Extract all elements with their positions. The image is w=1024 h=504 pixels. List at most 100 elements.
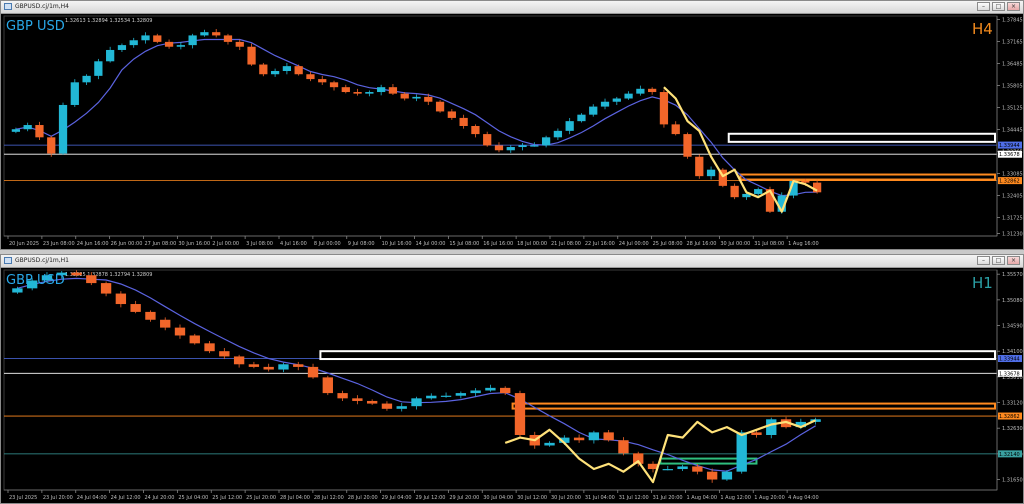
h1-candle-body [396, 406, 407, 409]
h4-candle-body [754, 189, 763, 194]
h1-candle-body [12, 288, 23, 293]
h4-time-tick-label: 15 Jul 08:00 [449, 241, 479, 247]
h4-candle-body [176, 45, 185, 47]
h1-candle-body [248, 364, 260, 367]
h1-candle-body [322, 377, 333, 394]
h4-time-tick-label: 24 Jul 00:00 [619, 241, 649, 247]
minimize-button[interactable]: – [977, 256, 990, 265]
window-titlebar[interactable]: GBPUSD.cj/1m,H1 – □ × [1, 255, 1023, 268]
h1-candle-body [204, 343, 215, 352]
h4-time-tick-label: 30 Jul 00:00 [720, 241, 750, 247]
h1-time-tick-label: 4 Aug 04:00 [788, 495, 819, 501]
h1-candle-body [573, 437, 585, 441]
h4-candle-body [23, 125, 32, 130]
h1-time-tick-label: 23 Jul 20:00 [43, 495, 73, 501]
h1-time-tick-label: 28 Jul 12:00 [314, 495, 344, 501]
h4-time-tick-label: 3 Jul 08:00 [246, 241, 273, 247]
h4-candle-body [812, 182, 822, 193]
h1-candle-body [352, 398, 363, 401]
price-chart-h4[interactable]: 1.32613 1.32894 1.32534 1.32809 1.37845 1… [1, 14, 1023, 249]
h4-candle-body [270, 71, 280, 75]
h1-candle-body [100, 283, 112, 294]
h1-candle-body [721, 471, 733, 480]
maximize-button[interactable]: □ [992, 256, 1005, 265]
trading-terminal: GBPUSD.cj/1m,H4 – □ × 1.32613 1.32894 1.… [0, 0, 1024, 504]
h4-candle-body [129, 40, 138, 46]
h1-candle-body [455, 393, 467, 396]
h1-zone-1 [511, 402, 996, 410]
h4-candle-body [577, 114, 586, 122]
h1-time-tick-label: 1 Aug 04:00 [687, 495, 718, 501]
close-button[interactable]: × [1007, 2, 1020, 11]
minimize-button[interactable]: – [977, 2, 990, 11]
h1-candle-body [751, 432, 762, 435]
h1-time-tick-label: 29 Jul 20:00 [449, 495, 479, 501]
h4-candle-body [388, 87, 398, 94]
h1-time-tick-label: 30 Jul 04:00 [483, 495, 513, 501]
h1-time-tick-label: 29 Jul 04:00 [382, 495, 412, 501]
h1-time-tick-label: 24 Jul 04:00 [77, 495, 107, 501]
h4-candle-body [471, 126, 480, 135]
h4-time-tick-label: 24 Jun 16:00 [77, 241, 109, 247]
h1-time-tick-label: 24 Jul 12:00 [111, 495, 141, 501]
h4-price-tick-label: 1.34445 [1002, 127, 1023, 133]
h1-candle-body [115, 293, 127, 305]
h1-candle-body [71, 272, 82, 276]
h1-candle-body [86, 275, 97, 284]
h1-candle-body [366, 400, 378, 404]
maximize-button[interactable]: □ [992, 2, 1005, 11]
h1-candle-body [381, 403, 393, 409]
h1-candle-body [470, 390, 481, 394]
h4-candle-body [612, 98, 621, 102]
h4-candle-body [636, 88, 645, 94]
h1-candle-body [677, 466, 688, 470]
h4-candle-body [518, 145, 527, 148]
chart-window-icon [4, 257, 12, 264]
h4-candle-body [200, 32, 209, 36]
h4-candle-body [82, 75, 91, 83]
window-titlebar[interactable]: GBPUSD.cj/1m,H4 – □ × [1, 1, 1023, 14]
h1-candle-body [618, 440, 629, 454]
h1-candle-body [278, 364, 289, 370]
h4-candle-body [259, 64, 268, 75]
h4-candle-body [70, 82, 79, 105]
h1-candle-body [160, 319, 171, 328]
h1-candle-body [130, 304, 141, 312]
h1-candle-body [662, 469, 673, 471]
h4-candle-body [730, 185, 739, 198]
h1-symbol-label: GBP USD [6, 273, 65, 288]
h1-price-tick-label: 1.35570 [1002, 272, 1023, 278]
h4-candle-body [435, 101, 445, 112]
h4-time-tick-label: 26 Jun 00:00 [111, 241, 143, 247]
h1-candle-body [174, 327, 186, 336]
h4-time-tick-label: 27 Jun 08:00 [145, 241, 177, 247]
close-button[interactable]: × [1007, 256, 1020, 265]
h4-candle-body [494, 145, 504, 151]
h4-time-tick-label: 2 Jul 00:00 [212, 241, 239, 247]
h4-time-tick-label: 21 Jul 08:00 [551, 241, 581, 247]
chart-window-h1[interactable]: GBPUSD.cj/1m,H1 – □ × 1.32825 1.32878 1.… [0, 254, 1024, 504]
h4-candle-body [483, 134, 492, 146]
h4-candle-body [506, 147, 515, 151]
h4-plot-frame [3, 15, 998, 237]
h4-candle-body [553, 130, 563, 138]
h4-price-tick-label: 1.35125 [1002, 105, 1023, 111]
chart-window-h4[interactable]: GBPUSD.cj/1m,H4 – □ × 1.32613 1.32894 1.… [0, 0, 1024, 250]
h1-candle-body [337, 393, 348, 399]
price-chart-h1[interactable]: 1.32825 1.32878 1.32794 1.32809 1.355701… [1, 268, 1023, 503]
h1-price-tag-label: 1.33944 [999, 357, 1020, 363]
h4-candle-body [624, 93, 633, 99]
h4-time-tick-label: 16 Jul 16:00 [483, 241, 513, 247]
chart-window-icon [4, 3, 12, 10]
h4-candle-body [530, 145, 539, 147]
h4-candle-body [212, 32, 221, 36]
h1-candle-body [426, 395, 437, 399]
h4-candle-body [117, 45, 127, 50]
h4-candle-body [353, 92, 362, 94]
h4-candle-body [600, 101, 610, 107]
h4-price-tick-label: 1.32405 [1002, 193, 1023, 199]
h4-time-tick-label: 9 Jul 08:00 [348, 241, 375, 247]
h4-price-tick-label: 1.31230 [1002, 231, 1023, 237]
h1-candle-body [485, 387, 496, 391]
h1-price-tick-label: 1.31650 [1002, 478, 1023, 484]
